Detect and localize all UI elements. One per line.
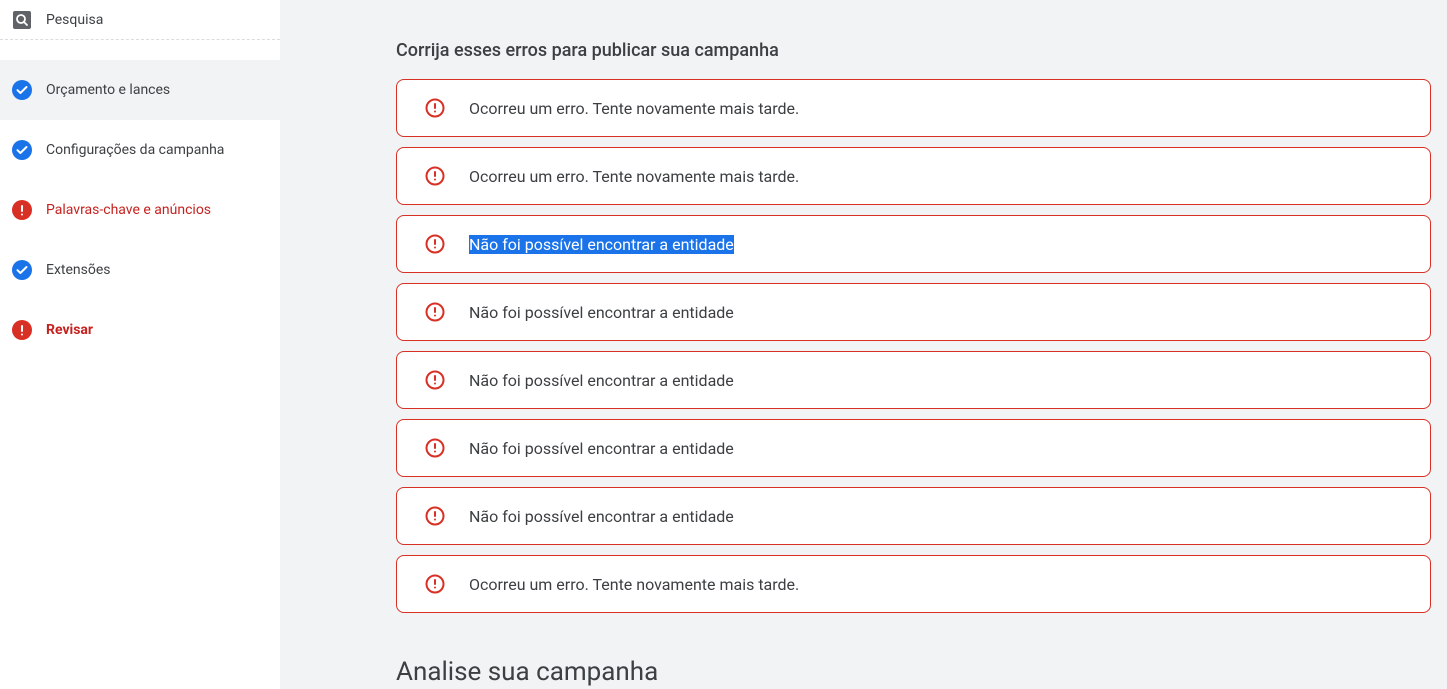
- review-title: Analise sua campanha: [396, 657, 1431, 687]
- sidebar-step-label: Revisar: [46, 322, 93, 338]
- alert-icon: [425, 166, 445, 186]
- error-card[interactable]: Não foi possível encontrar a entidade: [396, 215, 1431, 273]
- errors-section-title: Corrija esses erros para publicar sua ca…: [396, 40, 1431, 61]
- sidebar-item-extensoes[interactable]: Extensões: [0, 240, 280, 300]
- error-card[interactable]: Não foi possível encontrar a entidade: [396, 283, 1431, 341]
- sidebar-step-label: Palavras-chave e anúncios: [46, 202, 211, 218]
- check-icon: [12, 260, 32, 280]
- search-icon: [12, 10, 32, 30]
- error-card[interactable]: Não foi possível encontrar a entidade: [396, 487, 1431, 545]
- error-text: Não foi possível encontrar a entidade: [469, 235, 734, 254]
- check-icon: [12, 140, 32, 160]
- error-card[interactable]: Não foi possível encontrar a entidade: [396, 419, 1431, 477]
- alert-icon: [425, 574, 445, 594]
- sidebar-search-label: Pesquisa: [46, 12, 103, 28]
- sidebar-item-search[interactable]: Pesquisa: [0, 0, 280, 40]
- error-text: Não foi possível encontrar a entidade: [469, 303, 734, 322]
- sidebar-item-revisar[interactable]: Revisar: [0, 300, 280, 360]
- error-text: Não foi possível encontrar a entidade: [469, 507, 734, 526]
- sidebar-item-orcamento-e-lances[interactable]: Orçamento e lances: [0, 60, 280, 120]
- error-card[interactable]: Ocorreu um erro. Tente novamente mais ta…: [396, 147, 1431, 205]
- sidebar-item-configuracoes-da-campanha[interactable]: Configurações da campanha: [0, 120, 280, 180]
- error-text: Não foi possível encontrar a entidade: [469, 371, 734, 390]
- review-section: Analise sua campanha Verifique novamente…: [396, 657, 1431, 689]
- alert-icon: [425, 302, 445, 322]
- alert-icon: [425, 438, 445, 458]
- alert-icon: [425, 98, 445, 118]
- error-icon: [12, 320, 32, 340]
- sidebar-item-palavras-chave-e-anuncios[interactable]: Palavras-chave e anúncios: [0, 180, 280, 240]
- error-card[interactable]: Não foi possível encontrar a entidade: [396, 351, 1431, 409]
- sidebar-step-label: Configurações da campanha: [46, 142, 224, 158]
- error-text: Ocorreu um erro. Tente novamente mais ta…: [469, 167, 799, 186]
- sidebar: Pesquisa Orçamento e lances Configurações…: [0, 0, 280, 689]
- alert-icon: [425, 506, 445, 526]
- error-card[interactable]: Ocorreu um erro. Tente novamente mais ta…: [396, 555, 1431, 613]
- error-icon: [12, 200, 32, 220]
- alert-icon: [425, 370, 445, 390]
- sidebar-step-label: Extensões: [46, 262, 111, 278]
- check-icon: [12, 80, 32, 100]
- error-card[interactable]: Ocorreu um erro. Tente novamente mais ta…: [396, 79, 1431, 137]
- error-text: Ocorreu um erro. Tente novamente mais ta…: [469, 99, 799, 118]
- sidebar-step-label: Orçamento e lances: [46, 82, 170, 98]
- error-text: Ocorreu um erro. Tente novamente mais ta…: [469, 575, 799, 594]
- main-content: Corrija esses erros para publicar sua ca…: [280, 0, 1447, 689]
- alert-icon: [425, 234, 445, 254]
- error-text: Não foi possível encontrar a entidade: [469, 439, 734, 458]
- sidebar-steps-group: Orçamento e lances Configurações da campa…: [0, 40, 280, 360]
